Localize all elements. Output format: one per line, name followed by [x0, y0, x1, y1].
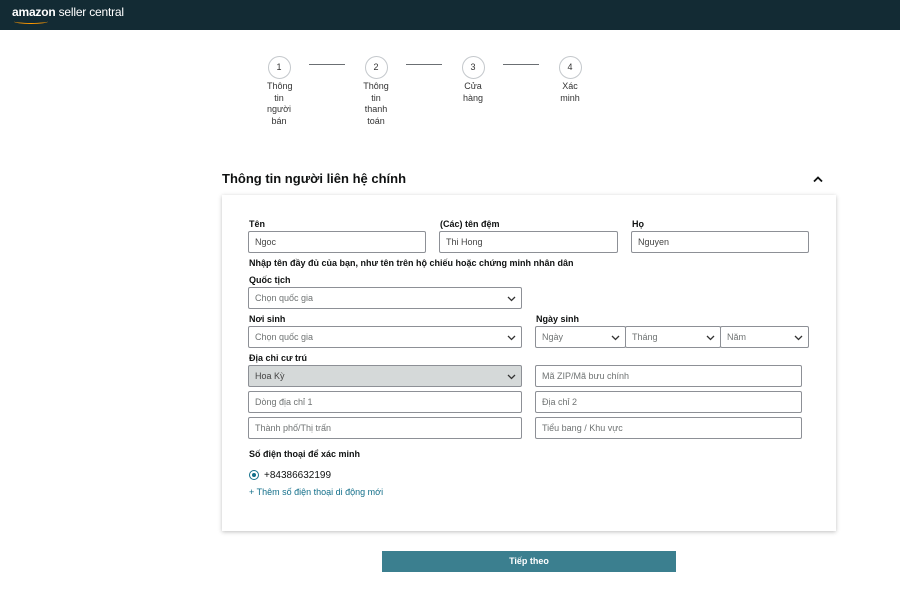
phone-radio[interactable] [249, 470, 259, 480]
chevron-down-icon [507, 335, 516, 341]
birthplace-select-value: Chọn quốc gia [255, 332, 314, 342]
name-instruction: Nhập tên đầy đủ của bạn, như tên trên hộ… [249, 258, 574, 268]
middle-name-label: (Các) tên đệm [440, 219, 500, 229]
address-label: Địa chỉ cư trú [249, 353, 308, 363]
last-name-input[interactable]: Nguyen [631, 231, 809, 253]
step-label: Xác minh [560, 81, 580, 103]
add-phone-link[interactable]: + Thêm số điện thoại di động mới [249, 487, 383, 497]
nationality-label: Quốc tịch [249, 275, 291, 285]
dob-day-value: Ngày [542, 332, 564, 342]
step-label: Thông tin người bán [267, 81, 293, 126]
chevron-up-icon[interactable] [812, 173, 824, 185]
chevron-down-icon [706, 335, 715, 341]
step-connector [406, 64, 442, 65]
last-name-label: Họ [632, 219, 644, 229]
dob-day-select[interactable]: Ngày [535, 326, 626, 348]
birthplace-select[interactable]: Chọn quốc gia [248, 326, 522, 348]
dob-month-select[interactable]: Tháng [625, 326, 721, 348]
dob-month-value: Tháng [632, 332, 658, 342]
birthplace-label: Nơi sinh [249, 314, 286, 324]
step-number: 1 [267, 56, 291, 79]
step-label: Thông tin thanh toán [363, 81, 389, 126]
step-connector [309, 64, 345, 65]
step-connector [503, 64, 539, 65]
chevron-down-icon [611, 335, 620, 341]
address-line1-input[interactable]: Dòng địa chỉ 1 [248, 391, 522, 413]
next-button[interactable]: Tiếp theo [382, 551, 676, 572]
step-number: 4 [558, 56, 582, 79]
step-1: 1 Thông tin người bán [254, 56, 304, 127]
dob-year-value: Năm [727, 332, 747, 342]
middle-name-input[interactable]: Thi Hong [439, 231, 618, 253]
zip-input[interactable]: Mã ZIP/Mã bưu chính [535, 365, 802, 387]
nationality-select-value: Chọn quốc gia [255, 293, 314, 303]
country-select-value: Hoa Kỳ [255, 371, 285, 381]
step-4: 4 Xác minh [545, 56, 595, 104]
step-2: 2 Thông tin thanh toán [351, 56, 401, 127]
section-title: Thông tin người liên hệ chính [222, 171, 407, 186]
chevron-down-icon [794, 335, 803, 341]
state-input[interactable]: Tiểu bang / Khu vực [535, 417, 802, 439]
dob-label: Ngày sinh [536, 314, 580, 324]
first-name-input[interactable]: Ngoc [248, 231, 426, 253]
amazon-seller-central-logo[interactable]: amazon seller central [12, 5, 124, 24]
phone-label: Số điện thoại để xác minh [249, 449, 361, 459]
top-bar: amazon seller central [0, 0, 900, 30]
step-number: 2 [364, 56, 388, 79]
step-3: 3 Cửa hàng [448, 56, 498, 104]
nationality-select[interactable]: Chọn quốc gia [248, 287, 522, 309]
step-label: Cửa hàng [462, 81, 484, 103]
first-name-label: Tên [249, 219, 266, 229]
country-select[interactable]: Hoa Kỳ [248, 365, 522, 387]
city-input[interactable]: Thành phố/Thị trấn [248, 417, 522, 439]
address-line2-input[interactable]: Địa chỉ 2 [535, 391, 802, 413]
dob-year-select[interactable]: Năm [720, 326, 809, 348]
amazon-smile-icon [14, 19, 48, 24]
phone-number: +84386632199 [264, 470, 332, 481]
step-number: 3 [461, 56, 485, 79]
chevron-down-icon [507, 374, 516, 380]
chevron-down-icon [507, 296, 516, 302]
